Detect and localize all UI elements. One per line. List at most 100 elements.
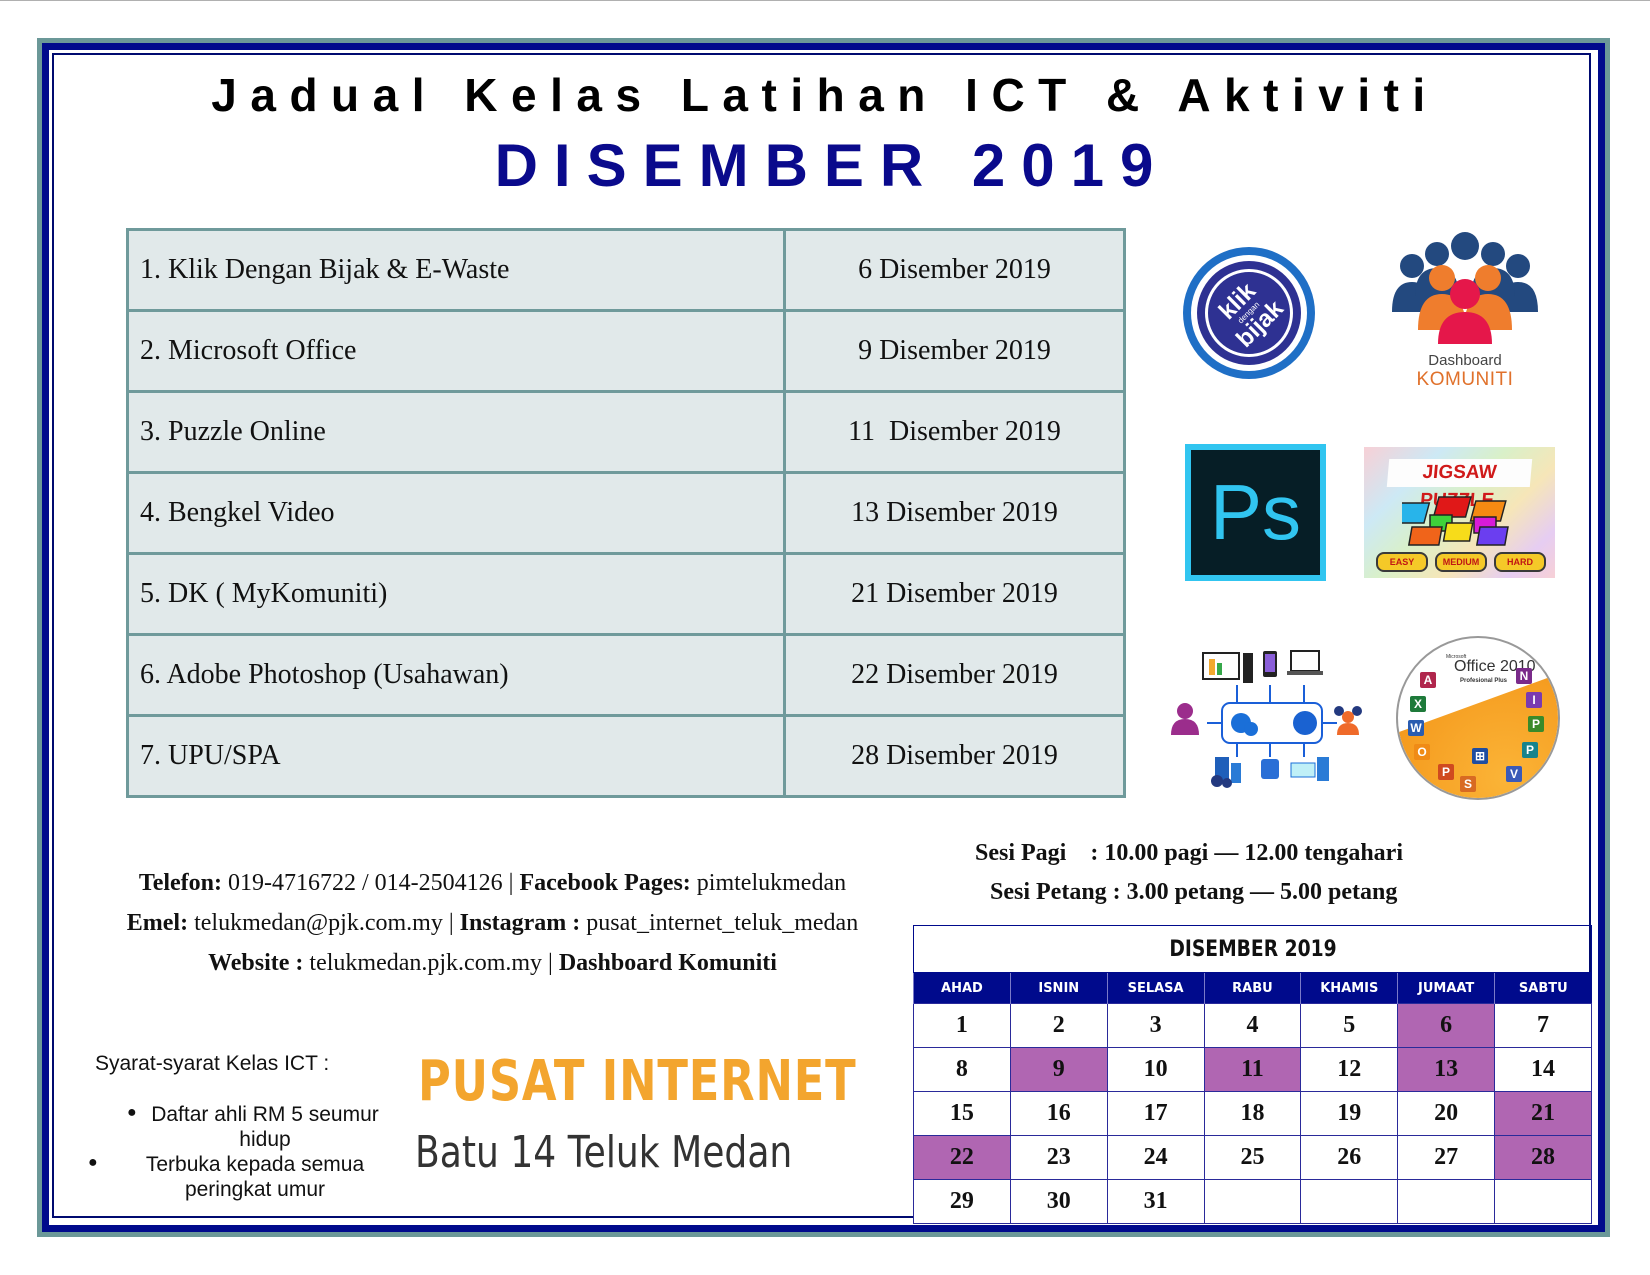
photoshop-logo: Ps xyxy=(1185,444,1326,581)
top-rule xyxy=(0,0,1650,1)
calendar-week-row: 1234567 xyxy=(913,1003,1592,1048)
pusat-internet-logo-text: PUSAT INTERNET xyxy=(418,1049,857,1114)
class-date: 28 Disember 2019 xyxy=(783,714,1126,798)
calendar-day: 13 xyxy=(1397,1047,1496,1092)
facebook-value: pimtelukmedan xyxy=(690,870,847,896)
schedule-row: 5. DK ( MyKomuniti) 21 Disember 2019 xyxy=(126,552,1126,636)
schedule-table: 1. Klik Dengan Bijak & E-Waste 6 Disember… xyxy=(126,228,1126,798)
calendar-day: 27 xyxy=(1397,1135,1496,1180)
class-name: 4. Bengkel Video xyxy=(126,471,786,555)
calendar-day: 21 xyxy=(1494,1091,1592,1136)
dashboard-komuniti-logo: Dashboard KOMUNITI xyxy=(1390,232,1540,392)
jigsaw-medium-label: MEDIUM xyxy=(1435,552,1487,572)
class-date: 11 Disember 2019 xyxy=(783,390,1126,474)
people-group-icon xyxy=(1392,232,1538,344)
calendar-day: 18 xyxy=(1203,1091,1302,1136)
calendar-day: 5 xyxy=(1300,1003,1399,1048)
dashboard-komuniti-label: Dashboard Komuniti xyxy=(558,950,777,976)
calendar-empty-cell xyxy=(1397,1179,1496,1224)
calendar-day: 19 xyxy=(1300,1091,1399,1136)
calendar-day: 15 xyxy=(913,1091,1011,1136)
calendar-empty-cell xyxy=(1494,1179,1592,1224)
schedule-row: 3. Puzzle Online 11 Disember 2019 xyxy=(126,390,1126,474)
calendar-day: 26 xyxy=(1300,1135,1399,1180)
class-name: 2. Microsoft Office xyxy=(126,309,786,393)
weekday-label: JUMAAT xyxy=(1397,972,1495,1004)
calendar-empty-cell xyxy=(1203,1179,1302,1224)
facebook-label: Facebook Pages: xyxy=(519,870,691,896)
weekday-label: KHAMIS xyxy=(1300,972,1398,1004)
weekday-label: AHAD xyxy=(913,972,1011,1004)
calendar-day: 7 xyxy=(1494,1003,1592,1048)
photoshop-icon: Ps xyxy=(1191,450,1320,575)
dashboard-logo-text: Dashboard xyxy=(1428,352,1502,369)
calendar-day: 22 xyxy=(913,1135,1011,1180)
email-value: telukmedan@pjk.com.my | xyxy=(188,910,460,936)
network-icon xyxy=(1171,650,1362,788)
jigsaw-easy-label: EASY xyxy=(1376,552,1428,572)
jigsaw-hard-label: HARD xyxy=(1494,552,1546,572)
schedule-row: 1. Klik Dengan Bijak & E-Waste 6 Disember… xyxy=(126,228,1126,312)
office-edition-text: Profesional Plus xyxy=(1460,678,1508,684)
requirement-item: Terbuka kepada semua peringkat umur xyxy=(145,1153,365,1201)
calendar-day: 11 xyxy=(1203,1047,1302,1092)
calendar-title: DISEMBER 2019 xyxy=(963,925,1542,973)
class-name: 5. DK ( MyKomuniti) xyxy=(126,552,786,636)
calendar-weekday-header: AHAD ISNIN SELASA RABU KHAMIS JUMAAT SABTU xyxy=(913,972,1592,1004)
calendar: DISEMBER 2019 AHAD ISNIN SELASA RABU KHAMIS J… xyxy=(913,925,1592,1224)
weekday-label: SABTU xyxy=(1494,972,1592,1004)
weekday-label: SELASA xyxy=(1106,972,1205,1004)
schedule-row: 7. UPU/SPA 28 Disember 2019 xyxy=(126,714,1126,798)
class-name: 6. Adobe Photoshop (Usahawan) xyxy=(126,633,786,717)
calendar-day: 12 xyxy=(1300,1047,1399,1092)
calendar-day: 9 xyxy=(1009,1047,1108,1092)
class-name: 7. UPU/SPA xyxy=(126,714,786,798)
jigsaw-title: JIGSAW PUZZLE xyxy=(1386,459,1533,511)
onenote-icon: N xyxy=(1516,668,1532,684)
network-diagram-image xyxy=(1167,645,1372,790)
calendar-day: 1 xyxy=(913,1003,1011,1048)
class-date: 22 Disember 2019 xyxy=(783,633,1126,717)
project-icon: P xyxy=(1528,716,1544,732)
calendar-day: 4 xyxy=(1203,1003,1302,1048)
calendar-day: 10 xyxy=(1106,1047,1205,1092)
calendar-day: 16 xyxy=(1009,1091,1108,1136)
infopath-icon: I xyxy=(1526,692,1542,708)
contact-line-email: Emel: telukmedan@pjk.com.my | Instagram … xyxy=(90,910,895,937)
calendar-day: 3 xyxy=(1106,1003,1205,1048)
calendar-day: 24 xyxy=(1106,1135,1205,1180)
outlook-icon: O xyxy=(1414,744,1430,760)
windows-icon: ⊞ xyxy=(1472,748,1488,764)
bullet-icon: ● xyxy=(88,1154,98,1171)
phone-label: Telefon: xyxy=(138,870,223,896)
website-label: Website : xyxy=(208,950,304,976)
calendar-week-row: 29 30 31 xyxy=(913,1179,1592,1224)
powerpoint-icon: P xyxy=(1438,764,1454,780)
session-afternoon: Sesi Petang : 3.00 petang — 5.00 petang xyxy=(990,879,1398,905)
bullet-icon: ● xyxy=(127,1104,137,1121)
requirements-title: Syarat-syarat Kelas ICT : xyxy=(95,1052,330,1075)
class-date: 21 Disember 2019 xyxy=(783,552,1126,636)
calendar-day: 8 xyxy=(913,1047,1011,1092)
website-value: telukmedan.pjk.com.my | xyxy=(303,950,559,976)
page-subtitle: DISEMBER 2019 xyxy=(494,132,1170,199)
visio-icon: V xyxy=(1506,766,1522,782)
jigsaw-puzzle-image: JIGSAW PUZZLE EASY MEDIUM HARD xyxy=(1364,447,1555,578)
calendar-day: 2 xyxy=(1009,1003,1108,1048)
word-icon: W xyxy=(1408,720,1424,736)
schedule-row: 2. Microsoft Office 9 Disember 2019 xyxy=(126,309,1126,393)
calendar-week-row: 8 9 10 11 12 13 14 xyxy=(913,1047,1592,1092)
calendar-day: 25 xyxy=(1203,1135,1302,1180)
calendar-day: 29 xyxy=(913,1179,1011,1224)
weekday-label: RABU xyxy=(1203,972,1301,1004)
sharepoint-icon: S xyxy=(1460,776,1476,792)
contact-line-phone: Telefon: 019-4716722 / 014-2504126 | Fac… xyxy=(90,870,895,897)
calendar-day: 28 xyxy=(1494,1135,1592,1180)
calendar-day: 20 xyxy=(1397,1091,1496,1136)
calendar-day: 30 xyxy=(1009,1179,1108,1224)
class-date: 13 Disember 2019 xyxy=(783,471,1126,555)
location-logo-text: Batu 14 Teluk Medan xyxy=(415,1127,793,1178)
class-date: 6 Disember 2019 xyxy=(783,228,1126,312)
schedule-row: 6. Adobe Photoshop (Usahawan) 22 Disember… xyxy=(126,633,1126,717)
email-label: Emel: xyxy=(126,910,189,936)
